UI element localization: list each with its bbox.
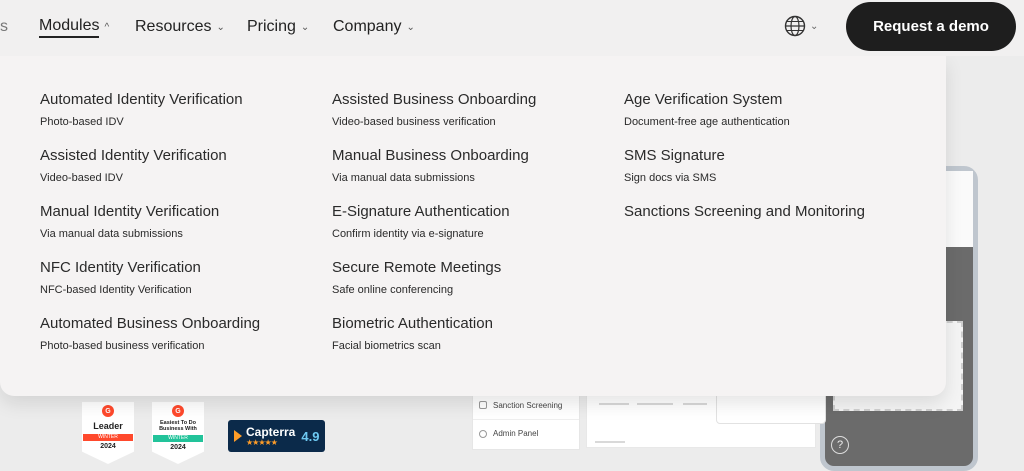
menu-item-title: Automated Identity Verification xyxy=(40,91,243,108)
nav-item-modules[interactable]: Modules ^ xyxy=(39,16,109,38)
menu-item-title: Age Verification System xyxy=(624,91,783,108)
help-icon[interactable]: ? xyxy=(831,436,849,454)
menu-item-age-verification-system[interactable]: Age Verification System Document-free age… xyxy=(624,91,790,129)
request-demo-button[interactable]: Request a demo xyxy=(846,2,1016,51)
menu-item-subtitle: Document-free age authentication xyxy=(624,116,790,128)
badge-title: Easiest To Do Business With xyxy=(159,420,197,432)
menu-item-manual-business-onboarding[interactable]: Manual Business Onboarding Via manual dat… xyxy=(332,147,529,185)
menu-item-title: Biometric Authentication xyxy=(332,315,493,332)
badge-year: 2024 xyxy=(170,444,186,451)
menu-item-assisted-identity-verification[interactable]: Assisted Identity Verification Video-base… xyxy=(40,147,227,185)
menu-item-subtitle: Safe online conferencing xyxy=(332,284,454,296)
nav-item-company[interactable]: Company ⌄ xyxy=(333,16,415,38)
menu-item-manual-identity-verification[interactable]: Manual Identity Verification Via manual d… xyxy=(40,203,219,241)
chevron-down-icon: ⌄ xyxy=(406,22,415,33)
menu-item-assisted-business-onboarding[interactable]: Assisted Business Onboarding Video-based … xyxy=(332,91,536,129)
menu-item-title: Sanctions Screening and Monitoring xyxy=(624,203,865,220)
chevron-down-icon: ⌄ xyxy=(216,22,225,33)
menu-item-e-signature-authentication[interactable]: E-Signature Authentication Confirm identi… xyxy=(332,203,510,241)
menu-item-title: Assisted Business Onboarding xyxy=(332,91,537,108)
g2-leader-badge: G Leader WINTER 2024 xyxy=(82,402,134,464)
capterra-name: Capterra xyxy=(246,424,296,439)
nav-item-label: Pricing xyxy=(247,18,296,35)
rating-stars: ★★★★★ xyxy=(246,437,278,447)
menu-item-subtitle: Video-based IDV xyxy=(40,172,123,184)
admin-card: Sanction Screening Admin Panel xyxy=(472,390,580,450)
nav-item-resources[interactable]: Resources ⌄ xyxy=(135,16,225,38)
capterra-badge: Capterra ★★★★★ 4.9 xyxy=(228,420,325,452)
placeholder-line xyxy=(595,441,625,443)
menu-item-subtitle: Via manual data submissions xyxy=(40,228,183,240)
chevron-down-icon: ⌄ xyxy=(300,22,310,33)
menu-item-subtitle: Confirm identity via e-signature xyxy=(332,228,484,240)
admin-row-panel[interactable]: Admin Panel xyxy=(473,419,579,447)
capterra-logo-icon xyxy=(234,430,242,442)
menu-item-title: Manual Identity Verification xyxy=(40,203,220,220)
admin-row-label: Admin Panel xyxy=(493,429,539,438)
globe-icon xyxy=(784,15,806,37)
menu-item-sms-signature[interactable]: SMS Signature Sign docs via SMS xyxy=(624,147,725,185)
menu-item-title: Automated Business Onboarding xyxy=(40,315,261,332)
menu-item-subtitle: Photo-based business verification xyxy=(40,340,205,352)
badge-title: Leader xyxy=(93,421,123,431)
placeholder-line xyxy=(637,403,673,405)
admin-row-label: Sanction Screening xyxy=(493,400,563,410)
menu-item-sanctions-screening-and-monitoring[interactable]: Sanctions Screening and Monitoring xyxy=(624,203,865,221)
badge-ribbon: WINTER xyxy=(83,434,133,441)
menu-item-subtitle: Photo-based IDV xyxy=(40,116,124,128)
nav-item-truncated[interactable]: s xyxy=(0,18,8,36)
menu-item-automated-business-onboarding[interactable]: Automated Business Onboarding Photo-based… xyxy=(40,315,260,353)
nav-item-label: Company xyxy=(333,18,402,35)
gear-icon xyxy=(479,429,487,438)
menu-item-subtitle: NFC-based Identity Verification xyxy=(40,284,192,296)
menu-item-title: E-Signature Authentication xyxy=(332,203,510,220)
menu-item-nfc-identity-verification[interactable]: NFC Identity Verification NFC-based Ident… xyxy=(40,259,201,297)
menu-item-subtitle: Video-based business verification xyxy=(332,116,496,128)
chevron-down-icon: ⌄ xyxy=(810,20,819,32)
language-selector[interactable]: ⌄ xyxy=(784,14,824,38)
menu-item-subtitle: Facial biometrics scan xyxy=(332,340,441,352)
top-navigation: s Modules ^ Resources ⌄ Pricing ⌄ Compan… xyxy=(0,0,1024,56)
menu-item-title: Secure Remote Meetings xyxy=(332,259,502,276)
menu-item-biometric-authentication[interactable]: Biometric Authentication Facial biometric… xyxy=(332,315,493,353)
menu-item-automated-identity-verification[interactable]: Automated Identity Verification Photo-bas… xyxy=(40,91,243,129)
nav-item-pricing[interactable]: Pricing ⌄ xyxy=(247,16,309,38)
chevron-up-icon: ^ xyxy=(104,22,110,33)
g2-easiest-badge: G Easiest To Do Business With WINTER 202… xyxy=(152,402,204,464)
menu-item-title: Manual Business Onboarding xyxy=(332,147,529,164)
menu-item-subtitle: Via manual data submissions xyxy=(332,172,475,184)
menu-item-secure-remote-meetings[interactable]: Secure Remote Meetings Safe online confer… xyxy=(332,259,501,297)
nav-item-label: Resources xyxy=(135,18,212,35)
placeholder-line xyxy=(683,403,707,405)
modules-dropdown: Automated Identity Verification Photo-bas… xyxy=(0,56,946,396)
nav-item-label: Modules xyxy=(39,17,100,38)
g2-logo-icon: G xyxy=(172,405,184,417)
g2-logo-icon: G xyxy=(102,405,114,417)
placeholder-line xyxy=(599,403,629,405)
menu-item-title: NFC Identity Verification xyxy=(40,259,201,276)
list-icon xyxy=(479,401,487,409)
menu-item-title: SMS Signature xyxy=(624,147,725,164)
menu-item-title: Assisted Identity Verification xyxy=(40,147,227,164)
badge-year: 2024 xyxy=(100,443,116,450)
badge-ribbon: WINTER xyxy=(153,435,203,442)
rating-score: 4.9 xyxy=(301,428,320,444)
menu-item-subtitle: Sign docs via SMS xyxy=(624,172,717,184)
